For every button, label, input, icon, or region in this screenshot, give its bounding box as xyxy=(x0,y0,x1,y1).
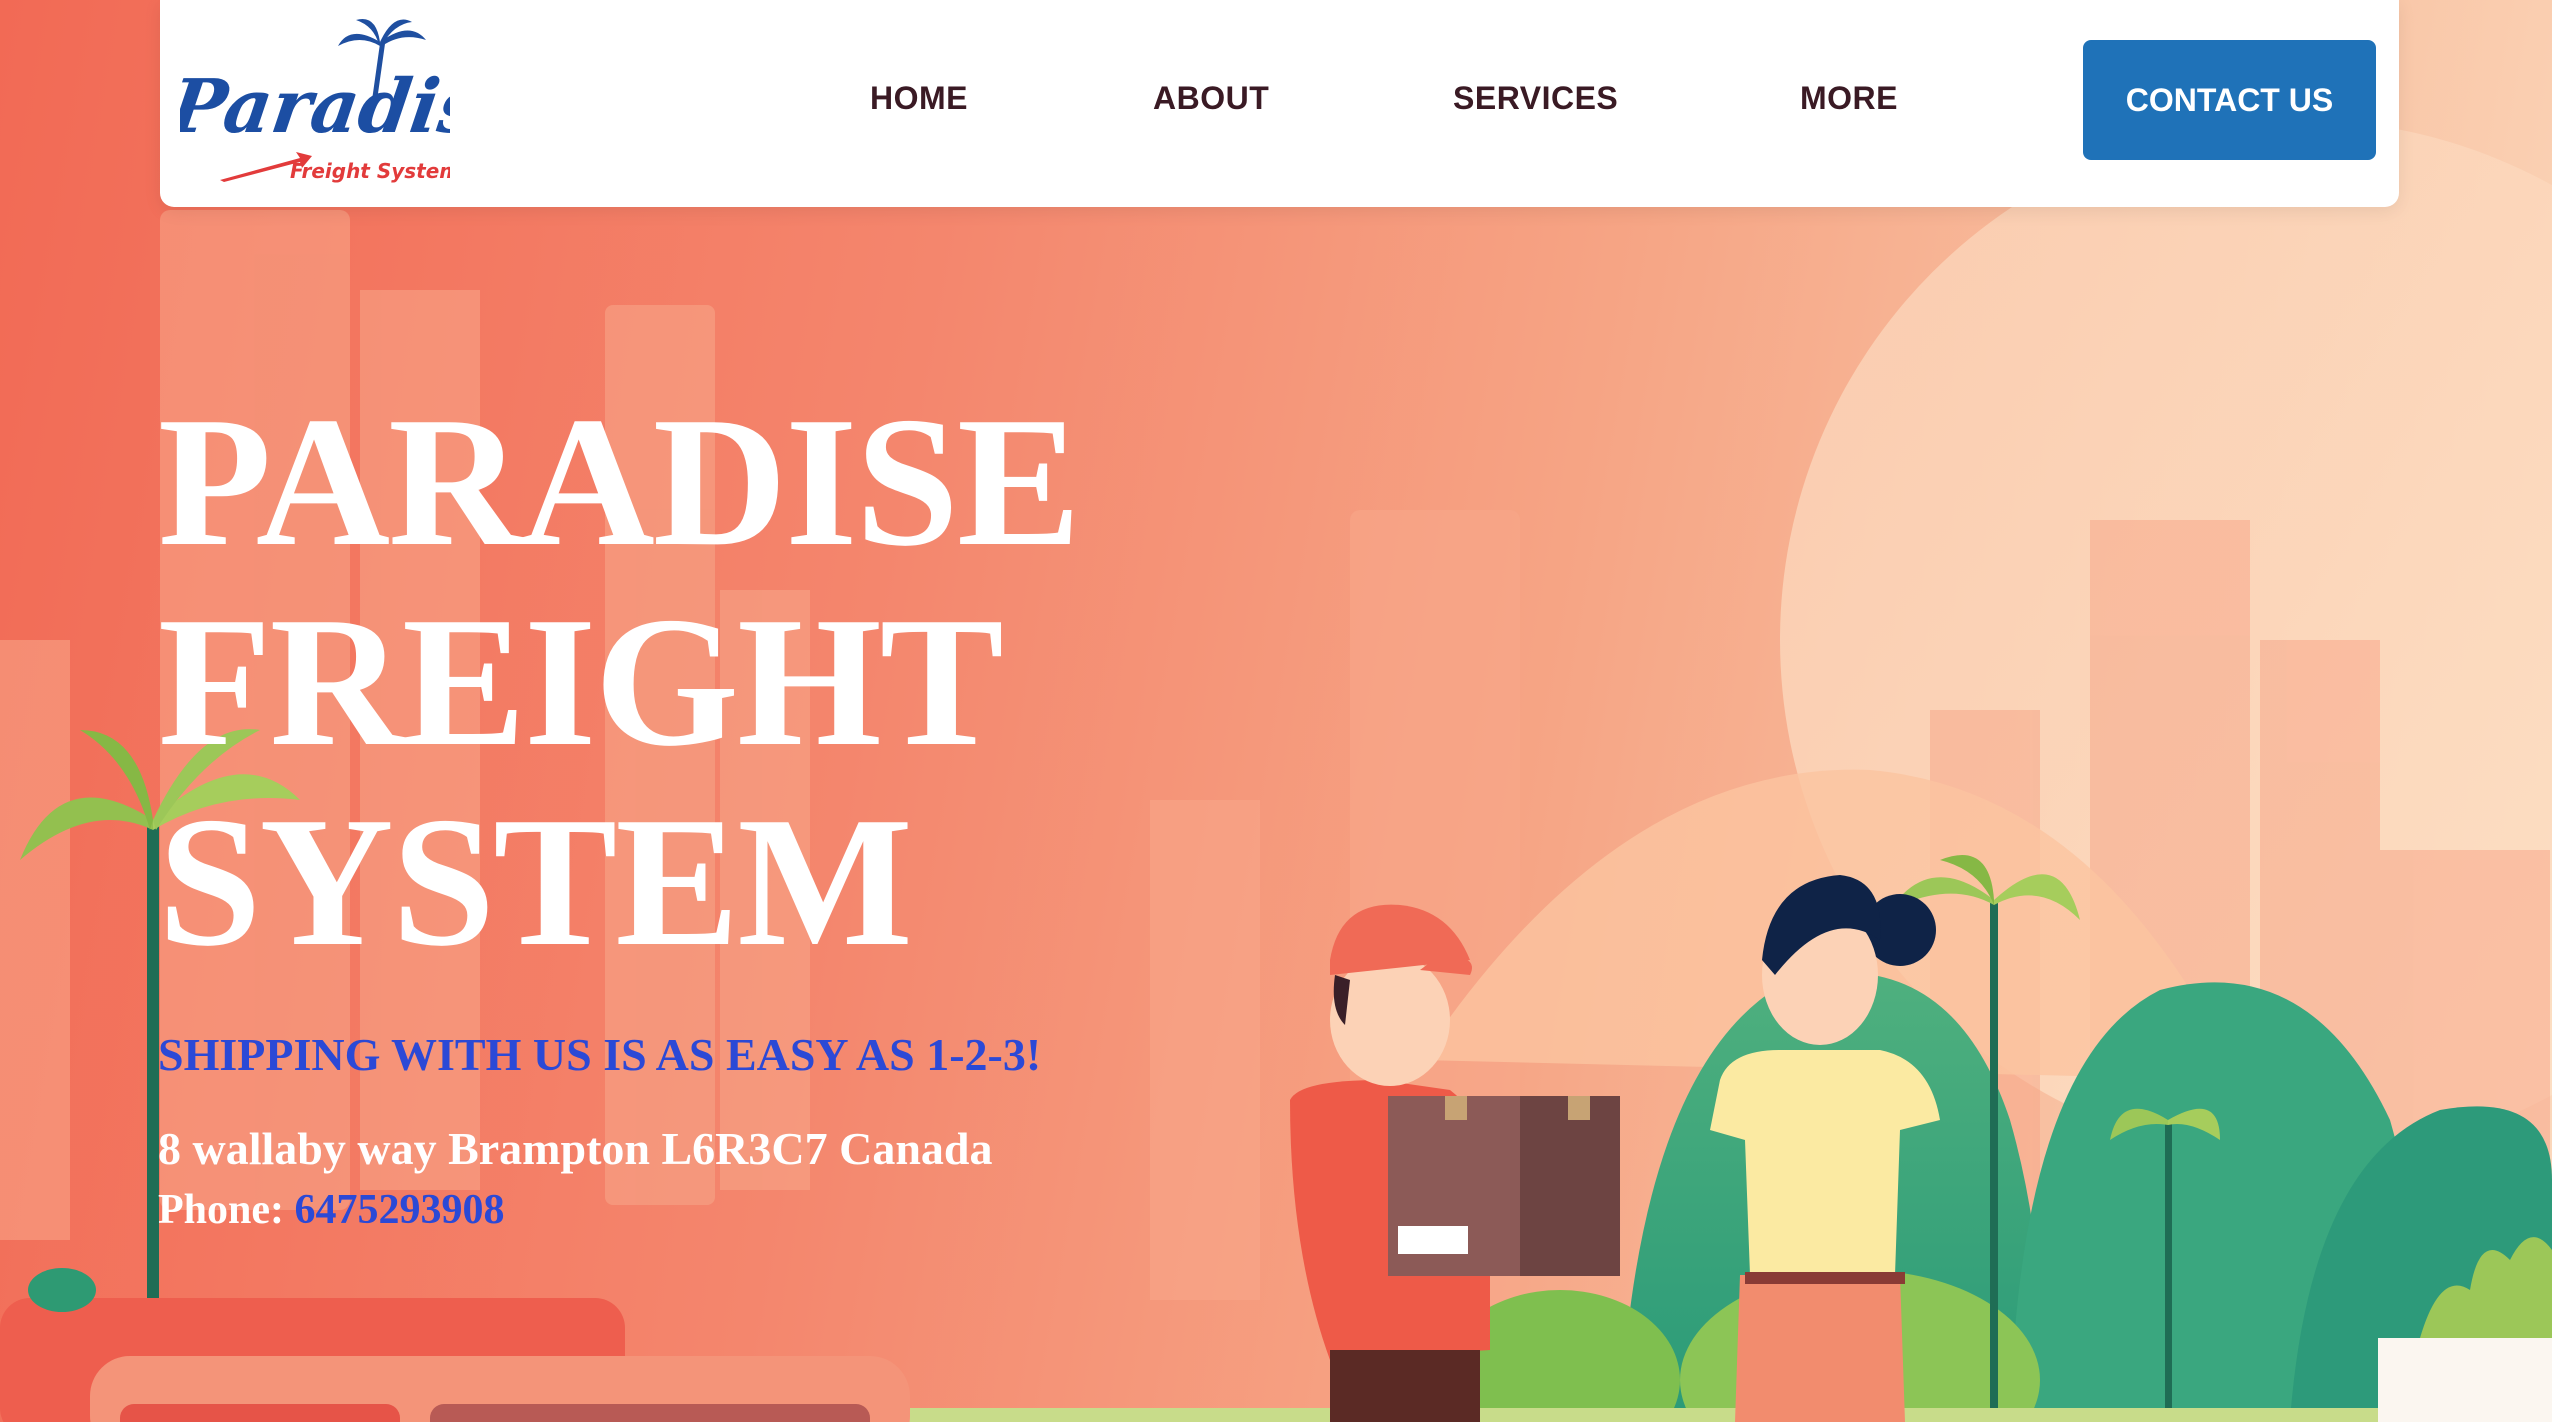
nav-services[interactable]: SERVICES xyxy=(1453,80,1618,117)
bench xyxy=(2378,1338,2552,1422)
hero-phone: Phone: 6475293908 xyxy=(158,1186,505,1234)
nav-more[interactable]: MORE xyxy=(1800,80,1898,117)
nav-home[interactable]: HOME xyxy=(870,80,968,117)
hero-title: PARADISE FREIGHT SYSTEM xyxy=(158,379,1081,985)
package-box xyxy=(1388,1096,1620,1276)
logo[interactable]: Paradise Freight System xyxy=(180,12,450,187)
hero-address: 8 wallaby way Brampton L6R3C7 Canada xyxy=(158,1123,993,1174)
top-navbar: Paradise Freight System HOME ABOUT SERVI… xyxy=(160,0,2399,207)
hero-title-line: SYSTEM xyxy=(158,779,913,985)
logo-wordmark: Paradise xyxy=(180,62,450,150)
phone-number-link[interactable]: 6475293908 xyxy=(295,1187,505,1233)
phone-label: Phone: xyxy=(158,1187,295,1233)
hero-title-line: PARADISE xyxy=(158,379,1081,585)
hero-tagline: SHIPPING WITH US IS AS EASY AS 1-2-3! xyxy=(158,1029,1042,1080)
contact-us-button[interactable]: CONTACT US xyxy=(2083,40,2376,160)
ground xyxy=(880,1408,2552,1422)
logo-subtitle: Freight System xyxy=(290,159,450,183)
bus xyxy=(0,1268,910,1422)
hero-title-line: FREIGHT xyxy=(158,579,1004,785)
nav-about[interactable]: ABOUT xyxy=(1153,80,1269,117)
